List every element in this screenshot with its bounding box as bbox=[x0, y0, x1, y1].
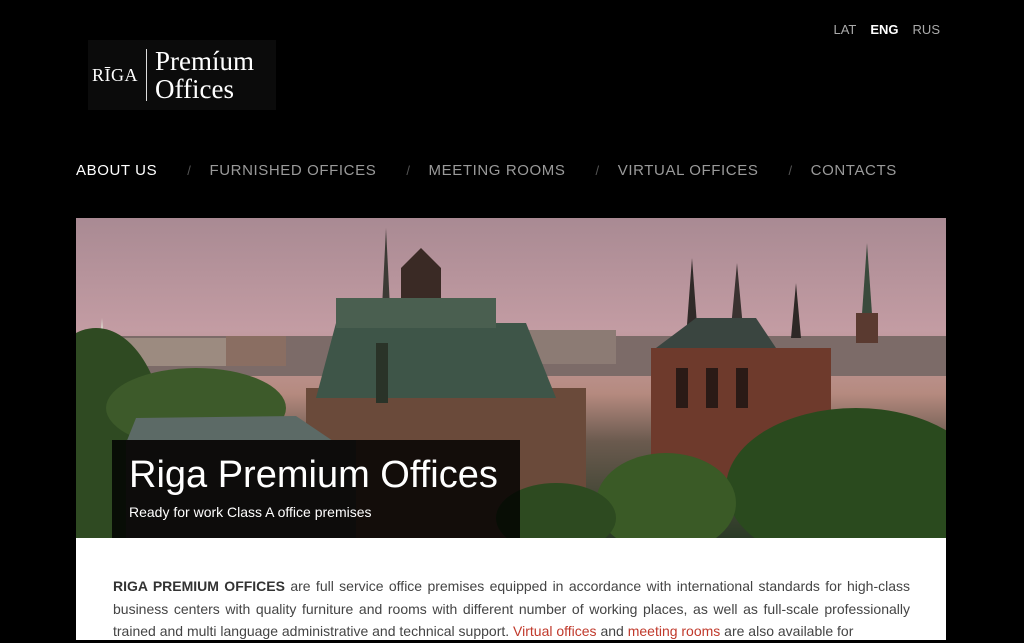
nav-contacts[interactable]: CONTACTS bbox=[811, 162, 897, 179]
intro-section: RIGA PREMIUM OFFICES are full service of… bbox=[76, 538, 946, 640]
nav-furnished-offices[interactable]: FURNISHED OFFICES bbox=[209, 162, 376, 179]
site-logo[interactable]: RĪGA Premíum Offices bbox=[88, 40, 276, 110]
nav-separator: / bbox=[187, 163, 192, 178]
nav-about-us[interactable]: ABOUT US bbox=[76, 162, 157, 179]
language-switcher: LAT ENG RUS bbox=[833, 22, 940, 37]
hero-subtitle: Ready for work Class A office premises bbox=[129, 504, 372, 520]
meeting-rooms-link[interactable]: meeting rooms bbox=[628, 623, 721, 639]
intro-paragraph: RIGA PREMIUM OFFICES are full service of… bbox=[113, 575, 910, 643]
lang-rus[interactable]: RUS bbox=[913, 22, 940, 37]
nav-virtual-offices[interactable]: VIRTUAL OFFICES bbox=[618, 162, 759, 179]
hero-banner: Riga Premium Offices Ready for work Clas… bbox=[76, 218, 946, 538]
logo-line-2: Offices bbox=[155, 74, 234, 104]
nav-separator: / bbox=[406, 163, 411, 178]
virtual-offices-link[interactable]: Virtual offices bbox=[513, 623, 597, 639]
intro-text: are also available for bbox=[720, 623, 854, 639]
nav-separator: / bbox=[595, 163, 600, 178]
intro-company-name: RIGA PREMIUM OFFICES bbox=[113, 578, 285, 594]
logo-line-1: Premíum bbox=[155, 46, 254, 76]
logo-wordmark: Premíum Offices bbox=[155, 47, 254, 103]
intro-text: and bbox=[596, 623, 628, 639]
main-nav: ABOUT US / FURNISHED OFFICES / MEETING R… bbox=[76, 162, 897, 179]
hero-title: Riga Premium Offices bbox=[129, 454, 498, 496]
hero-caption: Riga Premium Offices Ready for work Clas… bbox=[112, 440, 520, 538]
nav-separator: / bbox=[788, 163, 793, 178]
logo-riga-text: RĪGA bbox=[92, 64, 138, 85]
logo-divider bbox=[146, 49, 147, 101]
lang-eng[interactable]: ENG bbox=[870, 22, 898, 37]
nav-meeting-rooms[interactable]: MEETING ROOMS bbox=[429, 162, 566, 179]
lang-lat[interactable]: LAT bbox=[833, 22, 856, 37]
